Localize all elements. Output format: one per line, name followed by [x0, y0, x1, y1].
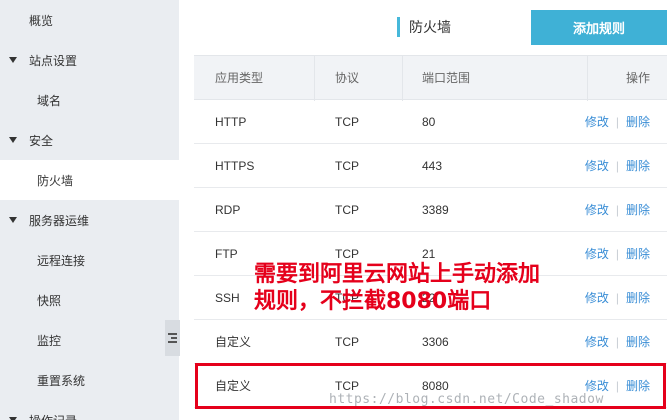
table-row: HTTPS TCP 443 修改 | 删除 — [194, 144, 667, 188]
delete-rule-link[interactable]: 删除 — [626, 335, 650, 349]
menu-collapse-icon — [168, 333, 177, 343]
cell-app-type: RDP — [215, 203, 241, 217]
cell-app-type: SSH — [215, 291, 240, 305]
sidebar-item-label: 快照 — [37, 293, 62, 308]
column-divider — [402, 56, 403, 101]
table-row: 自定义 TCP 3306 修改 | 删除 — [194, 320, 667, 364]
sidebar-item-reset-system[interactable]: 重置系统 — [0, 360, 179, 400]
edit-rule-link[interactable]: 修改 — [585, 247, 609, 261]
sidebar-item-label: 远程连接 — [37, 253, 86, 268]
op-separator: | — [615, 203, 619, 217]
page-title: 防火墙 — [397, 16, 451, 38]
op-separator: | — [615, 247, 619, 261]
sidebar-group-server-ops[interactable]: 服务器运维 — [0, 200, 179, 240]
caret-down-icon — [9, 217, 17, 223]
cell-app-type: HTTP — [215, 115, 247, 129]
row-operations: 修改 | 删除 — [585, 144, 650, 188]
annotation-line-1: 需要到阿里云网站上手动添加 — [254, 262, 541, 287]
sidebar-group-site-settings[interactable]: 站点设置 — [0, 40, 179, 80]
edit-rule-link[interactable]: 修改 — [585, 203, 609, 217]
sidebar-item-label: 操作记录 — [29, 412, 77, 420]
cell-port: 3306 — [422, 335, 449, 349]
edit-rule-link[interactable]: 修改 — [585, 115, 609, 129]
sidebar: 概览 站点设置 域名 安全 防火墙 服务器运维 远程连接 快照 监控 重置系统 … — [0, 0, 179, 420]
op-separator: | — [615, 159, 619, 173]
cell-protocol: TCP — [335, 335, 359, 349]
column-header-app-type: 应用类型 — [215, 71, 264, 85]
sidebar-item-domain[interactable]: 域名 — [0, 80, 179, 120]
delete-rule-link[interactable]: 删除 — [626, 115, 650, 129]
column-header-port-range: 端口范围 — [422, 71, 471, 85]
sidebar-item-monitor[interactable]: 监控 — [0, 320, 179, 360]
sidebar-collapse-toggle[interactable] — [165, 320, 180, 356]
cell-app-type: HTTPS — [215, 159, 255, 173]
caret-down-icon — [9, 57, 17, 63]
sidebar-item-firewall[interactable]: 防火墙 — [0, 160, 179, 200]
table-row: HTTP TCP 80 修改 | 删除 — [194, 100, 667, 144]
sidebar-item-label: 重置系统 — [37, 373, 86, 388]
column-header-operations: 操作 — [625, 71, 650, 85]
sidebar-item-overview[interactable]: 概览 — [0, 0, 179, 40]
sidebar-item-label: 概览 — [29, 13, 54, 28]
delete-rule-link[interactable]: 删除 — [626, 247, 650, 261]
annotation-text: 需要到阿里云网站上手动添加 规则，不拦截8080端口 — [254, 261, 654, 315]
column-divider — [587, 56, 588, 101]
cell-protocol: TCP — [335, 115, 359, 129]
annotation-line-2: 规则，不拦截8080端口 — [254, 289, 492, 314]
sidebar-item-snapshot[interactable]: 快照 — [0, 280, 179, 320]
cell-app-type: 自定义 — [215, 335, 252, 349]
sidebar-item-remote-connect[interactable]: 远程连接 — [0, 240, 179, 280]
cell-port: 3389 — [422, 203, 449, 217]
sidebar-item-label: 服务器运维 — [29, 213, 90, 228]
sidebar-item-label: 安全 — [29, 133, 54, 148]
op-separator: | — [615, 115, 619, 129]
cell-app-type: FTP — [215, 247, 238, 261]
sidebar-group-operation-log[interactable]: 操作记录 — [0, 400, 179, 420]
row-operations: 修改 | 删除 — [585, 188, 650, 232]
column-divider — [314, 56, 315, 101]
table-row: RDP TCP 3389 修改 | 删除 — [194, 188, 667, 232]
edit-rule-link[interactable]: 修改 — [585, 159, 609, 173]
watermark-text: https://blog.csdn.net/Code_shadow — [329, 392, 604, 407]
cell-port: 80 — [422, 115, 436, 129]
sidebar-group-security[interactable]: 安全 — [0, 120, 179, 160]
column-header-protocol: 协议 — [335, 71, 360, 85]
cell-protocol: TCP — [335, 159, 359, 173]
cell-port: 443 — [422, 159, 443, 173]
sidebar-item-label: 域名 — [37, 93, 62, 108]
table-header: 应用类型 协议 端口范围 操作 — [194, 55, 667, 101]
caret-down-icon — [9, 137, 17, 143]
op-separator: | — [615, 335, 619, 349]
page-title-text: 防火墙 — [409, 19, 451, 35]
sidebar-item-label: 防火墙 — [37, 173, 74, 188]
delete-rule-link[interactable]: 删除 — [626, 159, 650, 173]
delete-rule-link[interactable]: 删除 — [626, 203, 650, 217]
sidebar-item-label: 站点设置 — [29, 53, 78, 68]
cell-protocol: TCP — [335, 203, 359, 217]
add-rule-button[interactable]: 添加规则 — [531, 10, 667, 45]
title-accent-bar — [397, 17, 400, 37]
row-operations: 修改 | 删除 — [585, 100, 650, 144]
edit-rule-link[interactable]: 修改 — [585, 335, 609, 349]
row-operations: 修改 | 删除 — [585, 320, 650, 364]
sidebar-item-label: 监控 — [37, 333, 62, 348]
